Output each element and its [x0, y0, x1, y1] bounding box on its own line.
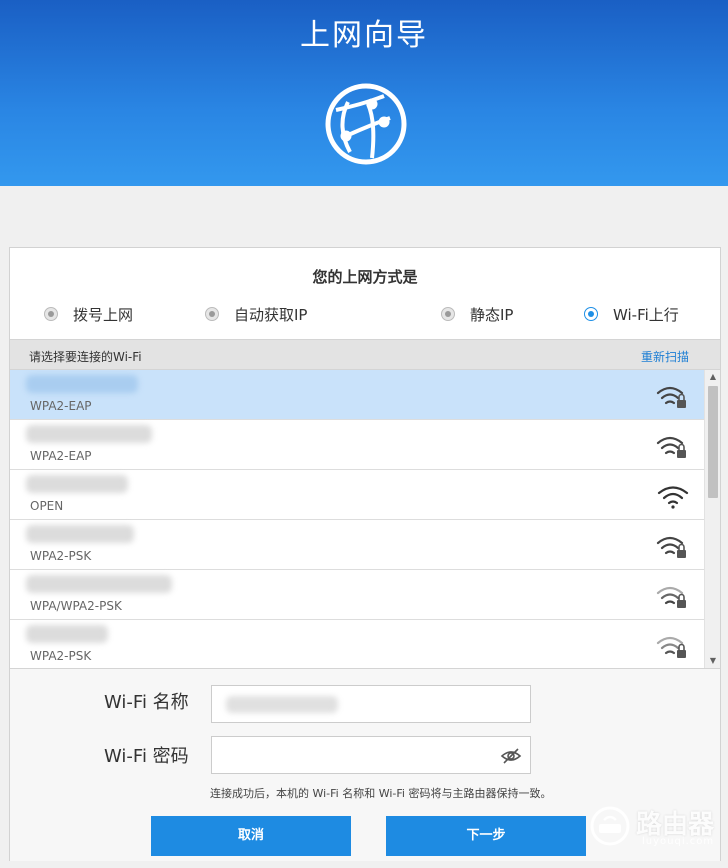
ssid-redacted — [26, 475, 128, 493]
wifi-list-item[interactable]: WPA/WPA2-PSK — [10, 570, 704, 620]
rescan-link[interactable]: 重新扫描 — [641, 348, 689, 365]
scroll-up-arrow-icon[interactable]: ▲ — [705, 370, 721, 384]
wifi-list-item[interactable]: WPA2-EAP — [10, 420, 704, 470]
radio-icon — [205, 307, 219, 321]
page-title: 上网向导 — [300, 18, 428, 53]
router-logo-icon — [590, 806, 630, 846]
wifi-locked-weak-icon — [656, 586, 686, 608]
mode-label: 自动获取IP — [234, 305, 308, 324]
security-type: OPEN — [30, 499, 64, 513]
security-type: WPA2-PSK — [30, 549, 92, 563]
security-type: WPA2-PSK — [30, 649, 92, 663]
wifi-locked-icon — [656, 436, 686, 458]
wifi-locked-icon — [656, 386, 686, 408]
wifi-list-item[interactable]: WPA2-PSK — [10, 620, 704, 668]
radio-icon — [441, 307, 455, 321]
mode-radio-static-ip[interactable]: 静态IP — [441, 304, 513, 324]
next-button[interactable]: 下一步 — [386, 816, 586, 856]
mode-label: 拨号上网 — [73, 305, 134, 324]
globe-network-icon — [325, 83, 407, 165]
mode-radio-wifi-uplink[interactable]: Wi-Fi上行 — [584, 304, 679, 324]
watermark: 路由器 luyouqi.com — [588, 802, 720, 852]
security-type: WPA2-EAP — [30, 399, 92, 413]
mode-label: Wi-Fi上行 — [613, 305, 679, 324]
wifi-password-input[interactable] — [211, 736, 531, 774]
mode-radio-dialup[interactable]: 拨号上网 — [44, 304, 133, 324]
wifi-list-item[interactable]: WPA2-PSK — [10, 520, 704, 570]
wifi-list-item[interactable]: OPEN — [10, 470, 704, 520]
radio-selected-icon — [584, 307, 598, 321]
eye-hidden-icon[interactable] — [500, 745, 522, 767]
ssid-redacted — [26, 525, 134, 543]
scroll-down-arrow-icon[interactable]: ▼ — [705, 654, 721, 668]
ssid-redacted — [26, 575, 172, 593]
mode-radio-dhcp[interactable]: 自动获取IP — [205, 304, 307, 324]
wizard-panel: 您的上网方式是 拨号上网 自动获取IP 静态IP Wi-Fi上行 请选择要连接的… — [9, 247, 721, 861]
wifi-locked-weak-icon — [656, 636, 686, 658]
radio-icon — [44, 307, 58, 321]
ssid-redacted — [26, 375, 138, 393]
cancel-button[interactable]: 取消 — [151, 816, 351, 856]
wifi-list-scrollbar[interactable]: ▲ ▼ — [704, 370, 720, 668]
wifi-open-icon — [657, 486, 689, 509]
ssid-redacted — [26, 625, 108, 643]
wifi-locked-icon — [656, 536, 686, 558]
panel-title: 您的上网方式是 — [312, 268, 418, 286]
wifi-password-label: Wi-Fi 密码 — [104, 746, 189, 767]
scrollbar-thumb[interactable] — [708, 386, 718, 498]
wifi-list-label: 请选择要连接的Wi-Fi — [29, 350, 142, 364]
wifi-list[interactable]: WPA2-EAP WPA2-EAP OPEN WPA2-PSK WPA/WPA2… — [10, 370, 704, 668]
security-type: WPA/WPA2-PSK — [30, 599, 122, 613]
ssid-redacted — [226, 696, 338, 713]
wifi-list-header: 请选择要连接的Wi-Fi 重新扫描 — [10, 339, 720, 370]
watermark-domain: luyouqi.com — [642, 836, 715, 847]
mode-label: 静态IP — [470, 305, 514, 324]
sync-hint-text: 连接成功后，本机的 Wi-Fi 名称和 Wi-Fi 密码将与主路由器保持一致。 — [210, 787, 552, 800]
security-type: WPA2-EAP — [30, 449, 92, 463]
wifi-name-input[interactable] — [211, 685, 531, 723]
wifi-name-label: Wi-Fi 名称 — [104, 692, 189, 713]
header-banner: 上网向导 — [0, 0, 728, 186]
wifi-list-item[interactable]: WPA2-EAP — [10, 370, 704, 420]
ssid-redacted — [26, 425, 152, 443]
